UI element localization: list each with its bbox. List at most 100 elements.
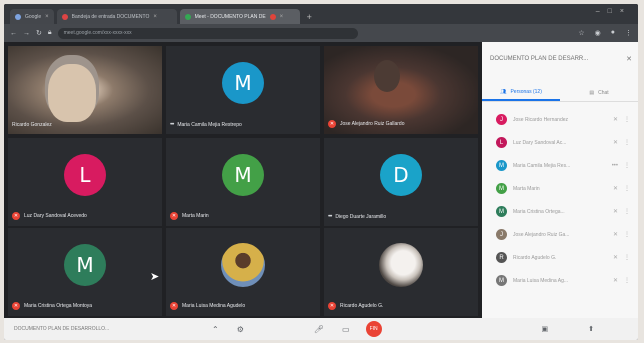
recording-icon [269,13,276,20]
mic-off-icon: ✕ [328,302,336,310]
participant-name: Maria Cristina Ortega Montoya [24,303,93,309]
extension-icon[interactable]: ◉ [595,29,601,37]
panel-tabs: 👥︎ Personas (12) ▤ Chat [482,84,638,102]
close-icon[interactable]: ✕ [626,55,632,63]
url-field[interactable]: meet.google.com/xxx-xxxx-xxx [57,27,358,39]
mic-off-icon: ✕ [612,186,618,192]
close-icon[interactable]: × [280,14,284,20]
close-icon[interactable]: × [45,14,49,20]
more-icon[interactable]: ⋮ [624,208,630,215]
close-icon[interactable]: × [153,14,157,20]
avatar: M [496,160,507,171]
end-call-button[interactable]: FIN [365,321,382,337]
chat-icon: ▤ [589,89,595,96]
video-grid: Ricardo Gonzalez M ••• Maria Camila Meji… [4,42,482,318]
video-tile[interactable]: D ••• Diego Duarte Jaramillo [324,138,478,226]
forward-icon[interactable]: → [23,30,30,37]
participant-nametag: ••• Maria Camila Mejia Restrepo [170,122,242,128]
browser-tab-active[interactable]: Meet - DOCUMENTO PLAN DE × [179,9,300,24]
star-icon[interactable]: ☆ [578,29,584,37]
avatar: M [64,243,106,286]
video-tile[interactable]: M ••• Maria Camila Mejia Restrepo [166,46,320,134]
participant-name: Ricardo Gonzalez [12,122,52,128]
more-icon[interactable]: ⋮ [624,116,630,123]
person-name: Jose Alejandro Ruiz Ga... [513,231,570,238]
mic-off-icon: ✕ [612,140,618,146]
participant-name: Jose Alejandro Ruiz Gallardo [340,121,405,127]
mic-icon[interactable]: 🎤︎ [314,325,324,334]
participant-name: Luz Dary Sandoval Acevedo [24,213,87,219]
meet-favicon-icon [184,13,191,20]
tab-label: Google [25,13,42,20]
meeting-title[interactable]: DOCUMENTO PLAN DE DESARROLLO... [14,326,194,332]
participant-name: Maria Luisa Medina Agudelo [182,303,246,309]
participant-nametag: ••• Diego Duarte Jaramillo [328,214,386,220]
participant-photo [379,242,423,287]
avatar: J [496,114,507,125]
person-name: Maria Cristina Ortega... [513,208,565,215]
more-icon[interactable]: ⋮ [624,254,630,261]
captions-icon[interactable]: ▣ [542,325,549,333]
list-item[interactable]: M Marta Marin ✕ ⋮ [482,177,638,200]
participant-nametag: Ricardo Gonzalez [12,122,52,128]
more-icon[interactable]: ⋮ [624,162,630,169]
settings-icon[interactable]: ⚙ [237,325,244,334]
video-tile[interactable]: M ✕ Maria Cristina Ortega Montoya [8,228,162,316]
present-icon[interactable]: ⬆ [588,325,594,333]
speaking-indicator-icon: ••• [170,122,174,128]
video-tile[interactable]: ✕ Ricardo Agudelo G. [324,228,478,316]
speaking-indicator-icon: ••• [328,214,332,220]
more-icon[interactable]: ⋮ [624,185,630,192]
meeting-controls-bar: DOCUMENTO PLAN DE DESARROLLO... ⌃ ⚙ 🎤︎ ▭… [4,318,638,340]
window-controls[interactable]: –□× [596,8,632,15]
tab-label: Meet - DOCUMENTO PLAN DE [194,13,266,20]
avatar: M [222,153,264,196]
participant-name: Ricardo Agudelo G. [340,303,384,309]
list-item[interactable]: J Jose Ricardo Hernandez ✕ ⋮ [482,108,638,131]
video-tile[interactable]: L ✕ Luz Dary Sandoval Acevedo [8,138,162,226]
avatar: D [380,153,422,196]
tab-chat[interactable]: ▤ Chat [560,84,638,101]
mic-off-icon: ✕ [612,255,618,261]
browser-tab[interactable]: Google × [10,9,54,24]
reload-icon[interactable]: ↻ [36,29,42,37]
list-item[interactable]: L Luz Dary Sandoval Ac... ✕ ⋮ [482,131,638,154]
menu-icon[interactable]: ⋮ [625,29,632,37]
participant-nametag: ✕ Maria Luisa Medina Agudelo [170,302,245,310]
avatar: L [64,153,106,196]
more-icon[interactable]: ⋮ [624,277,630,284]
chevron-up-icon[interactable]: ⌃ [212,325,219,334]
tab-people[interactable]: 👥︎ Personas (12) [482,84,560,101]
more-icon[interactable]: ⋮ [624,139,630,146]
camera-icon[interactable]: ▭ [342,325,350,334]
participant-name: Marta Marin [182,213,209,219]
list-item[interactable]: R Ricardo Agudelo G. ✕ ⋮ [482,246,638,269]
address-bar: ← → ↻ 🔒︎ meet.google.com/xxx-xxxx-xxx ☆ … [4,24,638,42]
avatar: M [496,183,507,194]
participant-photo [221,242,265,287]
participant-nametag: ✕ Marta Marin [170,212,209,220]
video-tile[interactable]: Ricardo Gonzalez [8,46,162,134]
lock-icon: 🔒︎ [47,29,52,36]
new-tab-icon[interactable]: + [303,12,316,24]
mic-off-icon: ✕ [170,212,178,220]
mic-off-icon: ✕ [612,117,618,123]
list-item[interactable]: M Maria Camila Mejia Res... ••• ⋮ [482,154,638,177]
person-name: Ricardo Agudelo G. [513,254,557,261]
avatar: J [496,229,507,240]
list-item[interactable]: J Jose Alejandro Ruiz Ga... ✕ ⋮ [482,223,638,246]
back-icon[interactable]: ← [10,30,17,37]
mic-off-icon: ✕ [612,278,618,284]
more-icon[interactable]: ⋮ [624,231,630,238]
video-tile[interactable]: ✕ Jose Alejandro Ruiz Gallardo [324,46,478,134]
profile-icon[interactable]: ● [611,29,615,37]
participant-nametag: ✕ Maria Cristina Ortega Montoya [12,302,92,310]
panel-title: DOCUMENTO PLAN DE DESARR... [490,56,589,62]
browser-tab[interactable]: Bandeja de entrada DOCUMENTO × [56,9,177,24]
tab-label: Bandeja de entrada DOCUMENTO [71,13,150,20]
list-item[interactable]: M Maria Luisa Medina Ag... ✕ ⋮ [482,269,638,292]
video-tile[interactable]: M ✕ Marta Marin [166,138,320,226]
list-item[interactable]: M Maria Cristina Ortega... ✕ ⋮ [482,200,638,223]
video-tile[interactable]: ✕ Maria Luisa Medina Agudelo [166,228,320,316]
speaking-icon: ••• [611,162,618,169]
